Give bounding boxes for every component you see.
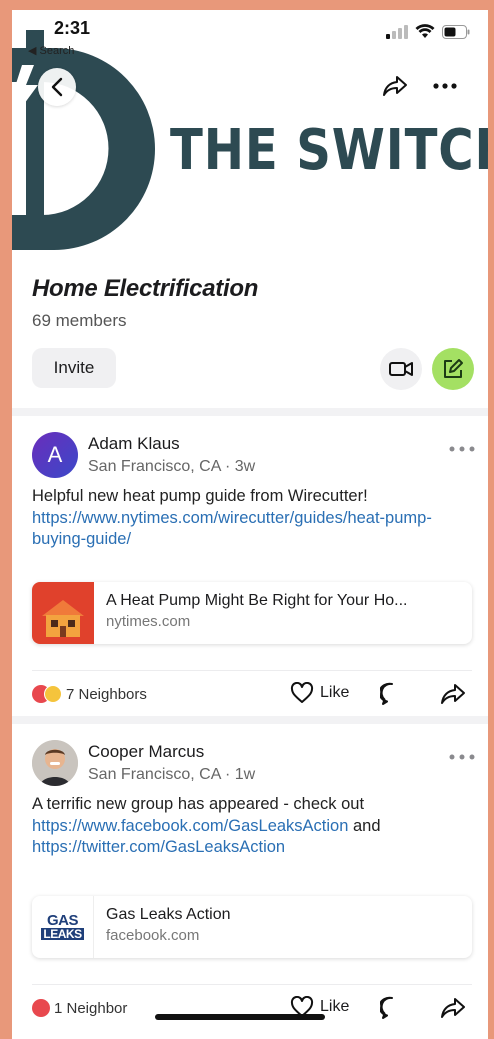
link-preview-domain: nytimes.com xyxy=(106,613,191,630)
avatar[interactable] xyxy=(32,740,78,786)
person-photo-icon xyxy=(32,740,78,786)
back-to-search-link[interactable]: ◀ Search xyxy=(28,44,74,57)
video-button[interactable] xyxy=(380,348,422,390)
post-meta: San Francisco, CA · 1w xyxy=(88,766,255,784)
compose-post-button[interactable] xyxy=(432,348,474,390)
post-link[interactable]: https://twitter.com/GasLeaksAction xyxy=(32,838,285,856)
reaction-summary[interactable]: 1 Neighbor xyxy=(32,999,127,1017)
more-horizontal-icon xyxy=(433,83,457,89)
invite-button[interactable]: Invite xyxy=(32,348,116,388)
link-preview-card[interactable]: A Heat Pump Might Be Right for Your Ho..… xyxy=(32,582,472,644)
post-link[interactable]: https://www.facebook.com/GasLeaksAction xyxy=(32,817,348,835)
more-horizontal-icon xyxy=(449,446,475,452)
group-more-options-button[interactable] xyxy=(432,74,458,103)
post-age: 1w xyxy=(234,766,256,783)
group-title: Home Electrification xyxy=(32,275,259,302)
share-arrow-icon xyxy=(383,76,407,96)
more-horizontal-icon xyxy=(449,754,475,760)
post-more-options-button[interactable] xyxy=(448,440,476,458)
house-illustration-icon xyxy=(32,582,94,644)
post-text: A terrific new group has appeared - chec… xyxy=(32,795,365,813)
gas-leaks-logo-top: GAS xyxy=(46,912,79,929)
reaction-count: 7 Neighbors xyxy=(66,685,147,703)
post-body: Helpful new heat pump guide from Wirecut… xyxy=(32,486,472,551)
cellular-signal-icon xyxy=(386,24,408,39)
link-preview-text: A Heat Pump Might Be Right for Your Ho..… xyxy=(94,582,408,644)
heart-reaction-icon xyxy=(32,999,50,1017)
post-action-bar: 1 Neighbor Like xyxy=(32,984,472,1032)
post-location: San Francisco, CA xyxy=(88,766,221,783)
compose-edit-icon xyxy=(444,359,463,378)
like-button[interactable]: Like xyxy=(290,682,349,704)
post-author[interactable]: Adam Klaus xyxy=(88,434,180,454)
status-icons xyxy=(386,24,470,39)
link-preview-domain: facebook.com xyxy=(106,927,200,944)
like-label: Like xyxy=(320,684,350,701)
post-meta: San Francisco, CA · 3w xyxy=(88,458,255,476)
post-text: Helpful new heat pump guide from Wirecut… xyxy=(32,487,368,505)
gas-leaks-logo-bottom: LEAKS xyxy=(41,927,84,941)
comment-bubble-icon xyxy=(378,996,393,1019)
link-preview-thumbnail: GAS LEAKS xyxy=(32,896,94,958)
feed-post: Cooper Marcus San Francisco, CA · 1w A t… xyxy=(12,724,488,1034)
reaction-count: 1 Neighbor xyxy=(54,999,128,1017)
post-link[interactable]: https://www.nytimes.com/wirecutter/guide… xyxy=(32,509,432,549)
status-bar: 2:31 ◀ Search xyxy=(12,10,488,62)
section-divider xyxy=(12,716,488,724)
post-more-options-button[interactable] xyxy=(448,748,476,766)
smile-reaction-icon xyxy=(44,685,62,703)
reaction-summary[interactable]: 7 Neighbors xyxy=(32,685,147,703)
link-preview-title: Gas Leaks Action xyxy=(106,906,231,923)
comment-button[interactable] xyxy=(378,996,404,1025)
banner-headline: THE SWITCH IS xyxy=(170,118,488,183)
link-preview-thumbnail xyxy=(32,582,94,644)
link-preview-title: A Heat Pump Might Be Right for Your Ho..… xyxy=(106,592,408,609)
home-indicator[interactable] xyxy=(155,1014,325,1020)
post-action-bar: 7 Neighbors Like xyxy=(32,670,472,718)
avatar[interactable]: A xyxy=(32,432,78,478)
meta-separator: · xyxy=(224,766,231,783)
back-button[interactable] xyxy=(38,68,76,106)
post-location: San Francisco, CA xyxy=(88,458,221,475)
feed-post: A Adam Klaus San Francisco, CA · 3w Help… xyxy=(12,416,488,712)
link-preview-text: Gas Leaks Action facebook.com xyxy=(94,896,231,958)
share-arrow-icon xyxy=(441,998,465,1018)
share-group-button[interactable] xyxy=(382,74,408,103)
heart-outline-icon xyxy=(290,682,314,703)
share-button[interactable] xyxy=(440,682,466,711)
post-body: A terrific new group has appeared - chec… xyxy=(32,794,472,859)
avatar-initial: A xyxy=(47,442,63,467)
post-age: 3w xyxy=(234,458,256,475)
app-screen: THE SWITCH IS 2:31 ◀ Search xyxy=(12,10,488,1039)
post-text: and xyxy=(348,816,381,835)
share-arrow-icon xyxy=(441,684,465,704)
post-author[interactable]: Cooper Marcus xyxy=(88,742,204,762)
battery-icon xyxy=(442,24,470,39)
comment-button[interactable] xyxy=(378,682,404,711)
wifi-icon xyxy=(415,24,435,38)
share-button[interactable] xyxy=(440,996,466,1025)
status-time: 2:31 xyxy=(54,18,91,38)
meta-separator: · xyxy=(224,458,231,475)
group-member-count[interactable]: 69 members xyxy=(32,311,126,331)
like-label: Like xyxy=(320,998,350,1015)
section-divider xyxy=(12,408,488,416)
chevron-left-icon xyxy=(51,77,63,97)
link-preview-card[interactable]: GAS LEAKS Gas Leaks Action facebook.com xyxy=(32,896,472,958)
video-camera-icon xyxy=(389,362,413,376)
comment-bubble-icon xyxy=(378,682,393,705)
